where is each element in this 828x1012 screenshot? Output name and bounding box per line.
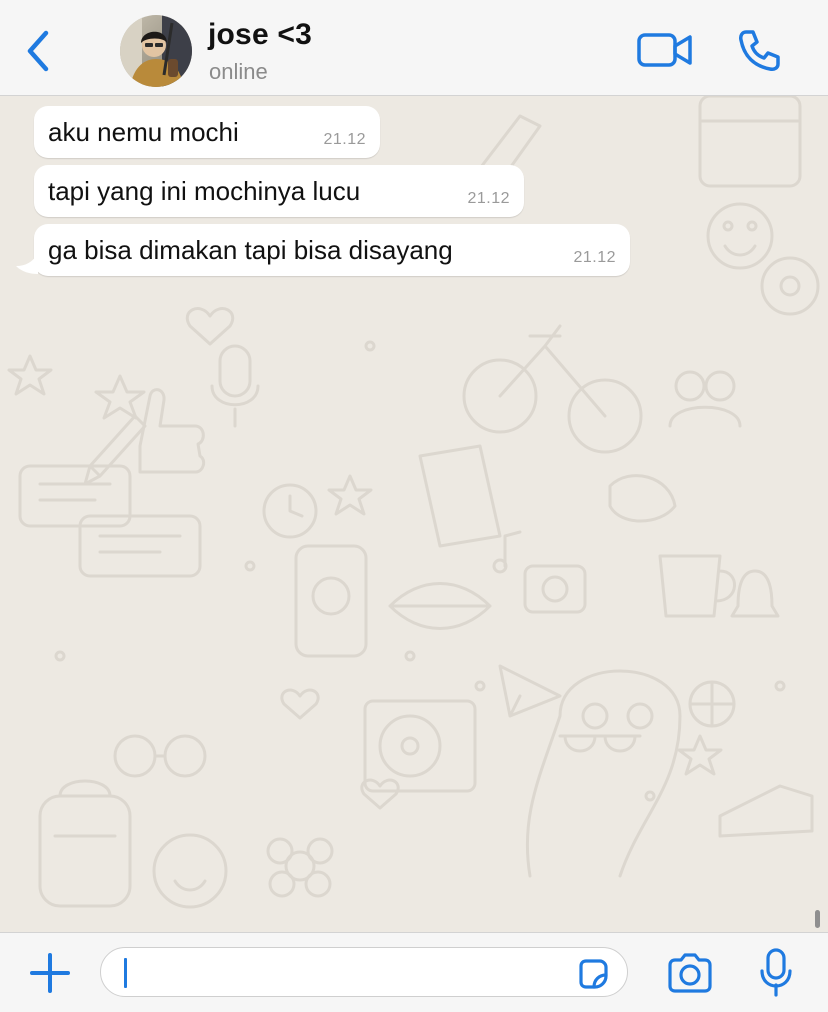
scrollbar[interactable] (815, 910, 820, 928)
chevron-left-icon (27, 30, 49, 72)
message-bubble[interactable]: aku nemu mochi 21.12 (34, 106, 380, 158)
video-camera-icon (637, 33, 692, 67)
contact-status: online (209, 59, 268, 84)
chat-header: jose <3 online (0, 0, 828, 96)
message-text: aku nemu mochi (48, 116, 239, 147)
message-bubble[interactable]: tapi yang ini mochinya lucu 21.12 (34, 165, 524, 217)
back-button[interactable] (18, 26, 58, 76)
message-bubble[interactable]: ga bisa dimakan tapi bisa disayang 21.12 (34, 224, 630, 276)
contact-name[interactable]: jose <3 (208, 18, 312, 52)
sticker-icon (579, 959, 608, 989)
text-caret (124, 958, 127, 988)
message-timestamp: 21.12 (323, 131, 366, 148)
camera-button[interactable] (666, 953, 714, 993)
avatar-image (120, 15, 192, 87)
microphone-icon (760, 948, 792, 997)
camera-icon (668, 953, 712, 993)
phone-icon (739, 30, 780, 71)
bubble-tail (16, 254, 38, 274)
voice-message-button[interactable] (758, 947, 794, 999)
attach-button[interactable] (28, 951, 72, 995)
composer-bar (0, 932, 828, 1012)
voice-call-button[interactable] (736, 28, 782, 74)
sticker-button[interactable] (575, 956, 611, 992)
message-timestamp: 21.12 (467, 190, 510, 207)
avatar[interactable] (120, 15, 192, 87)
chat-wallpaper (7, 96, 820, 909)
message-timestamp: 21.12 (573, 249, 616, 266)
message-list[interactable]: aku nemu mochi 21.12 tapi yang ini mochi… (0, 96, 828, 932)
message-text: tapi yang ini mochinya lucu (48, 175, 361, 206)
chat-screen: jose <3 online aku nemu mochi 21.12 tapi… (0, 0, 828, 1012)
video-call-button[interactable] (636, 30, 694, 70)
message-text: ga bisa dimakan tapi bisa disayang (48, 234, 453, 265)
message-input[interactable] (100, 947, 628, 997)
plus-icon (30, 953, 70, 993)
